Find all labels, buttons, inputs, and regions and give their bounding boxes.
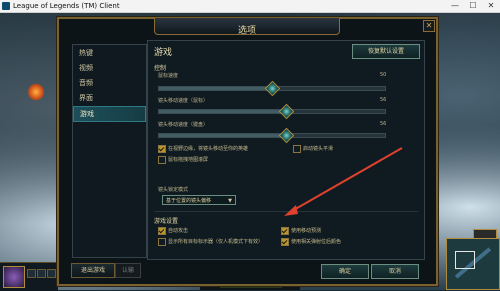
maximize-button[interactable]: ☐ [464,0,482,12]
sidebar-item-hotkeys[interactable]: 热键 [73,46,146,60]
slider-value: 56 [380,121,387,127]
camera-speed-mouse-slider[interactable] [158,103,386,120]
option-label: 自动攻击 [168,228,189,234]
camera-speed-keyboard-slider[interactable] [158,127,386,144]
options-content: 游戏 恢复默认设置 控制 鼠标速度 50 镜头移动速度（鼠标） 56 镜头移动速… [147,40,425,260]
cancel-button[interactable]: 取消 [371,264,419,279]
section-divider [154,211,418,212]
dropdown-value: 基于位置的镜头偏移 [166,198,212,204]
dialog-close-icon[interactable]: ✕ [423,20,435,32]
option-label: 鼠标拖拽地图滚屏 [168,157,209,163]
sidebar-item-interface[interactable]: 界面 [73,91,146,105]
sidebar-item-video[interactable]: 视频 [73,61,146,75]
slider-value: 56 [380,97,387,103]
app-icon [2,2,10,10]
sidebar-item-audio[interactable]: 音频 [73,76,146,90]
slider-thumb[interactable] [264,80,281,97]
control-section-title: 控制 [154,65,167,72]
options-sidebar: 热键 视频 音频 界面 游戏 [72,44,147,258]
minimize-button[interactable]: — [446,0,464,12]
option-checkbox[interactable] [158,227,166,235]
option-label: 使用相关弹射位后颜色 [291,239,342,245]
slider-thumb[interactable] [278,127,294,144]
slider-label: 鼠标速度 [158,73,179,79]
slider-value: 50 [380,72,387,78]
window-title: League of Legends (TM) Client [13,2,120,10]
sidebar-item-game[interactable]: 游戏 [73,106,146,122]
option-checkbox[interactable] [281,238,289,246]
dialog-header: 选项 [154,18,340,36]
camera-lock-mode-dropdown[interactable]: 基于位置的镜头偏移 ▼ [162,195,236,205]
option-label: 在视野边缘，将镜头移动至你的英雄 [168,146,249,152]
ok-button[interactable]: 确定 [321,264,369,279]
window-titlebar: League of Legends (TM) Client — ☐ ✕ [0,0,500,13]
option-label: 使用移动预测 [291,228,322,234]
torch-fire [28,83,44,101]
slider-fill [159,110,286,113]
dialog-title: 选项 [237,26,256,36]
reset-defaults-button[interactable]: 恢复默认设置 [352,44,420,59]
slider-label: 镜头移动速度（键盘） [158,122,209,128]
option-checkbox[interactable] [158,145,166,153]
mouse-speed-slider[interactable] [158,80,386,97]
slider-fill [159,134,286,137]
option-label: 启动镜头平滑 [303,146,334,152]
option-checkbox[interactable] [158,238,166,246]
minimap[interactable] [446,229,500,290]
champion-portrait[interactable] [3,266,25,288]
option-checkbox[interactable] [281,227,289,235]
gameplay-section-title: 游戏设置 [154,218,179,225]
item-slot[interactable] [37,269,46,278]
exit-game-button[interactable]: 退出游戏 [71,263,115,278]
slider-label: 镜头移动速度（鼠标） [158,98,209,104]
champion-hud [0,262,58,291]
minimap-header [473,229,497,239]
option-checkbox[interactable] [158,156,166,164]
slider-fill [159,87,272,90]
item-slot[interactable] [47,269,56,278]
close-window-button[interactable]: ✕ [482,0,500,12]
chevron-down-icon: ▼ [228,198,232,204]
item-slot[interactable] [27,269,36,278]
lock-mode-label: 镜头锁定模式 [158,187,189,193]
page-title: 游戏 [154,48,173,58]
option-label: 显示所有目标标示器（仅人机模式下有效） [168,239,264,245]
surrender-button[interactable]: 认输 [115,263,141,278]
minimap-camera-box [455,251,475,269]
options-dialog: 选项 ✕ 热键 视频 音频 界面 游戏 游戏 恢复默认设置 控制 鼠标速度 50… [57,17,438,286]
option-checkbox[interactable] [293,145,301,153]
slider-thumb[interactable] [278,103,294,120]
